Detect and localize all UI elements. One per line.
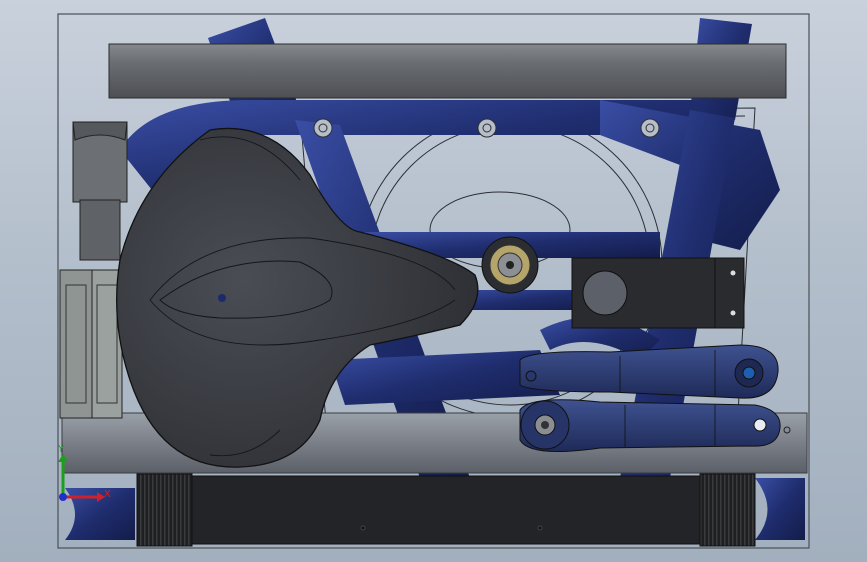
triad-x-label: X	[104, 489, 111, 500]
base-roller	[136, 473, 756, 547]
crank-arm-lower	[519, 399, 791, 453]
crank-arm-upper	[519, 344, 779, 399]
cad-3d-viewport[interactable]: X Y	[0, 0, 867, 562]
pedal-left	[59, 269, 123, 419]
top-handlebar-tube	[108, 43, 787, 99]
seat-post	[72, 121, 128, 261]
mount-bracket	[571, 257, 745, 329]
cad-model-canvas[interactable]: X Y	[0, 0, 867, 562]
bearing-hub	[481, 236, 539, 294]
triad-y-label: Y	[57, 444, 65, 455]
